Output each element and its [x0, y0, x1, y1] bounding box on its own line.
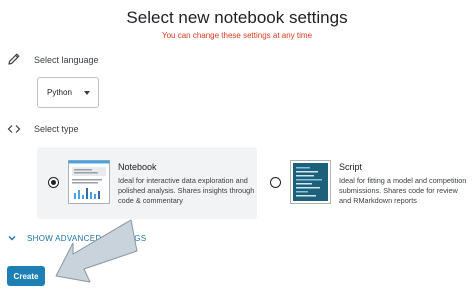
page-subtitle: You can change these settings at any tim… — [161, 31, 313, 40]
radio-selected-dot — [51, 180, 56, 185]
show-advanced-settings-label: SHOW ADVANCED SETTINGS — [27, 233, 147, 243]
notebook-title: Notebook — [118, 162, 157, 172]
script-description: Ideal for fitting a model and competitio… — [339, 176, 467, 205]
caret-down-icon — [84, 91, 90, 95]
script-thumbnail-icon — [290, 160, 331, 204]
chevron-down-icon — [8, 236, 16, 241]
notebook-thumbnail-icon — [68, 160, 110, 204]
language-select-value: Python — [47, 88, 72, 97]
code-brackets-icon — [7, 125, 21, 133]
notebook-radio[interactable] — [48, 177, 59, 188]
notebook-settings-page: Select new notebook settings You can cha… — [0, 0, 474, 299]
page-title: Select new notebook settings — [126, 8, 348, 27]
type-option-script[interactable]: Script Ideal for fitting a model and com… — [262, 147, 472, 219]
notebook-description: Ideal for interactive data exploration a… — [118, 176, 255, 205]
script-radio[interactable] — [270, 177, 281, 188]
language-select[interactable]: Python — [37, 77, 99, 108]
script-title: Script — [339, 162, 363, 172]
create-button[interactable]: Create — [7, 266, 45, 286]
select-type-label: Select type — [34, 124, 79, 134]
type-option-notebook[interactable]: Notebook Ideal for interactive data expl… — [37, 147, 257, 219]
select-language-label: Select language — [34, 55, 99, 65]
pencil-icon — [8, 53, 20, 65]
show-advanced-settings-toggle[interactable]: SHOW ADVANCED SETTINGS — [8, 233, 146, 243]
